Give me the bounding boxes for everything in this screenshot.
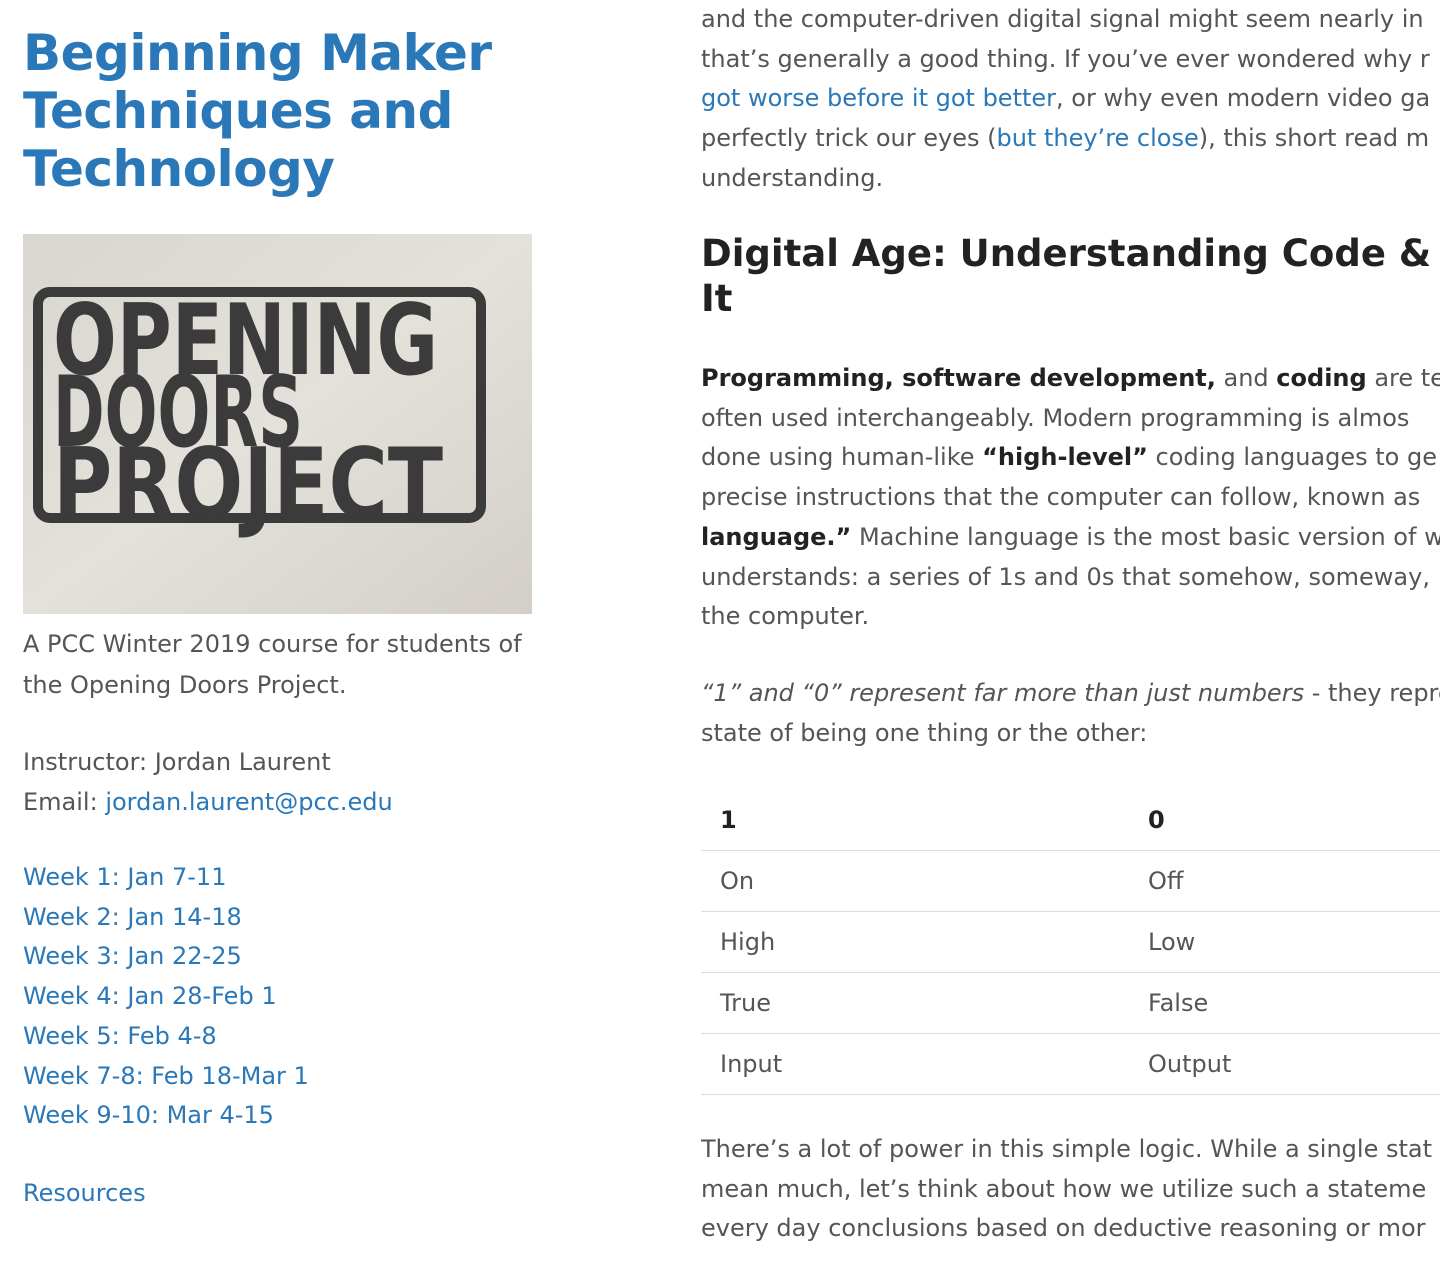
table-cell: Low	[1129, 911, 1440, 973]
table-cell: Off	[1129, 850, 1440, 912]
week-nav-item: Week 9-10: Mar 4-15	[23, 1096, 309, 1136]
column-header-0: 0	[1129, 790, 1440, 851]
week-nav-item: Week 1: Jan 7-11	[23, 858, 309, 898]
table-cell: Input	[701, 1033, 1129, 1095]
table-header-row: 1 0	[701, 790, 1440, 851]
programming-text: and	[1215, 364, 1277, 392]
power-line-1: There’s a lot of power in this simple lo…	[701, 1135, 1433, 1163]
sidebar: Beginning Maker Techniques and Technolog…	[23, 0, 543, 1207]
instructor-email-link[interactable]: jordan.laurent@pcc.edu	[105, 788, 392, 816]
binary-states-table: 1 0 On Off High Low True False Input Out…	[701, 790, 1440, 1095]
site-title-line-3[interactable]: Technology	[23, 140, 543, 198]
week-7-8-link[interactable]: Week 7-8: Feb 18-Mar 1	[23, 1062, 309, 1090]
week-4-link[interactable]: Week 4: Jan 28-Feb 1	[23, 982, 277, 1010]
week-nav-item: Week 3: Jan 22-25	[23, 937, 309, 977]
table-row: On Off	[701, 850, 1440, 912]
programming-line-5: language.” Machine language is the most …	[701, 518, 1440, 558]
site-title[interactable]: Beginning Maker Techniques and Technolog…	[23, 24, 543, 198]
week-9-10-link[interactable]: Week 9-10: Mar 4-15	[23, 1101, 274, 1129]
site-title-line-2[interactable]: Techniques and	[23, 82, 543, 140]
column-header-1: 1	[701, 790, 1129, 851]
table-cell: True	[701, 972, 1129, 1034]
main-content: and the computer-driven digital signal m…	[701, 0, 1440, 1280]
email-label: Email:	[23, 788, 106, 816]
table-row: True False	[701, 972, 1440, 1034]
term-coding: coding	[1276, 364, 1367, 392]
intro-line-5: understanding.	[701, 163, 884, 192]
term-programming: Programming, software development,	[701, 364, 1216, 392]
intro-line-4-a: perfectly trick our eyes (	[701, 124, 997, 153]
intro-line-4-b: ), this short read m	[1198, 124, 1430, 153]
got-worse-link[interactable]: got worse before it got better	[701, 84, 1056, 112]
programming-line-6: understands: a series of 1s and 0s that …	[701, 562, 1430, 591]
programming-paragraph: Programming, software development, and c…	[701, 359, 1440, 637]
intro-line-1: and the computer-driven digital signal m…	[701, 5, 1424, 33]
represent-line-1: “1” and “0” represent far more than just…	[701, 674, 1440, 714]
programming-text: are ter	[1374, 364, 1440, 392]
intro-line-4: perfectly trick our eyes (but they’re cl…	[701, 119, 1440, 159]
site-title-line-1[interactable]: Beginning Maker	[23, 24, 543, 82]
instructor-email-row: Email: jordan.laurent@pcc.edu	[23, 782, 393, 822]
table-cell: False	[1129, 972, 1440, 1034]
programming-text: done using human-like	[701, 443, 983, 472]
programming-line-7: the computer.	[701, 602, 870, 631]
power-line-2: mean much, let’s think about how we util…	[701, 1174, 1427, 1203]
programming-line-1: Programming, software development, and c…	[701, 359, 1440, 399]
logo-line-project: PROJECT	[53, 428, 443, 542]
section-heading: Digital Age: Understanding Code & Wh It	[701, 231, 1440, 321]
section-heading-line-1: Digital Age: Understanding Code & Wh	[701, 232, 1440, 275]
programming-text: Machine language is the most basic versi…	[851, 522, 1440, 551]
table-cell: Output	[1129, 1033, 1440, 1095]
represent-emphasis: “1” and “0” represent far more than just…	[701, 679, 1305, 707]
represent-rest: - they represe	[1311, 679, 1440, 707]
term-high-level: “high-level”	[982, 443, 1148, 472]
course-caption: A PCC Winter 2019 course for students of…	[23, 630, 522, 699]
programming-text: coding languages to ge	[1147, 443, 1437, 472]
week-nav-item: Week 7-8: Feb 18-Mar 1	[23, 1057, 309, 1097]
term-machine-language: language.”	[701, 522, 852, 551]
programming-line-4: precise instructions that the computer c…	[701, 483, 1421, 512]
programming-line-3: done using human-like “high-level” codin…	[701, 438, 1440, 478]
power-paragraph: There’s a lot of power in this simple lo…	[701, 1130, 1440, 1249]
intro-paragraph: and the computer-driven digital signal m…	[701, 0, 1440, 199]
table-row: High Low	[701, 911, 1440, 973]
week-nav-item: Week 5: Feb 4-8	[23, 1017, 309, 1057]
intro-line-3-text: , or why even modern video ga	[1056, 84, 1431, 113]
section-heading-line-2: It	[701, 277, 733, 320]
week-5-link[interactable]: Week 5: Feb 4-8	[23, 1022, 217, 1050]
week-1-link[interactable]: Week 1: Jan 7-11	[23, 863, 226, 891]
resources-link[interactable]: Resources	[23, 1173, 146, 1213]
instructor-name: Instructor: Jordan Laurent	[23, 748, 331, 776]
table-cell: High	[701, 911, 1129, 973]
week-nav: Week 1: Jan 7-11 Week 2: Jan 14-18 Week …	[23, 858, 309, 1136]
intro-line-3: got worse before it got better, or why e…	[701, 79, 1440, 119]
represent-line-2: state of being one thing or the other:	[701, 718, 1148, 747]
week-2-link[interactable]: Week 2: Jan 14-18	[23, 903, 242, 931]
table-row: Input Output	[701, 1033, 1440, 1095]
programming-line-2: often used interchangeably. Modern progr…	[701, 403, 1410, 432]
opening-doors-logo-image: OPENING DOORS PROJECT	[23, 234, 532, 614]
intro-line-2: that’s generally a good thing. If you’ve…	[701, 44, 1430, 73]
table-cell: On	[701, 850, 1129, 912]
week-3-link[interactable]: Week 3: Jan 22-25	[23, 942, 242, 970]
but-theyre-close-link[interactable]: but they’re close	[996, 124, 1198, 152]
represent-paragraph: “1” and “0” represent far more than just…	[701, 674, 1440, 753]
power-line-3: every day conclusions based on deductive…	[701, 1214, 1426, 1243]
instructor-info: Instructor: Jordan Laurent Email: jordan…	[23, 742, 393, 822]
week-nav-item: Week 4: Jan 28-Feb 1	[23, 977, 309, 1017]
week-nav-item: Week 2: Jan 14-18	[23, 898, 309, 938]
